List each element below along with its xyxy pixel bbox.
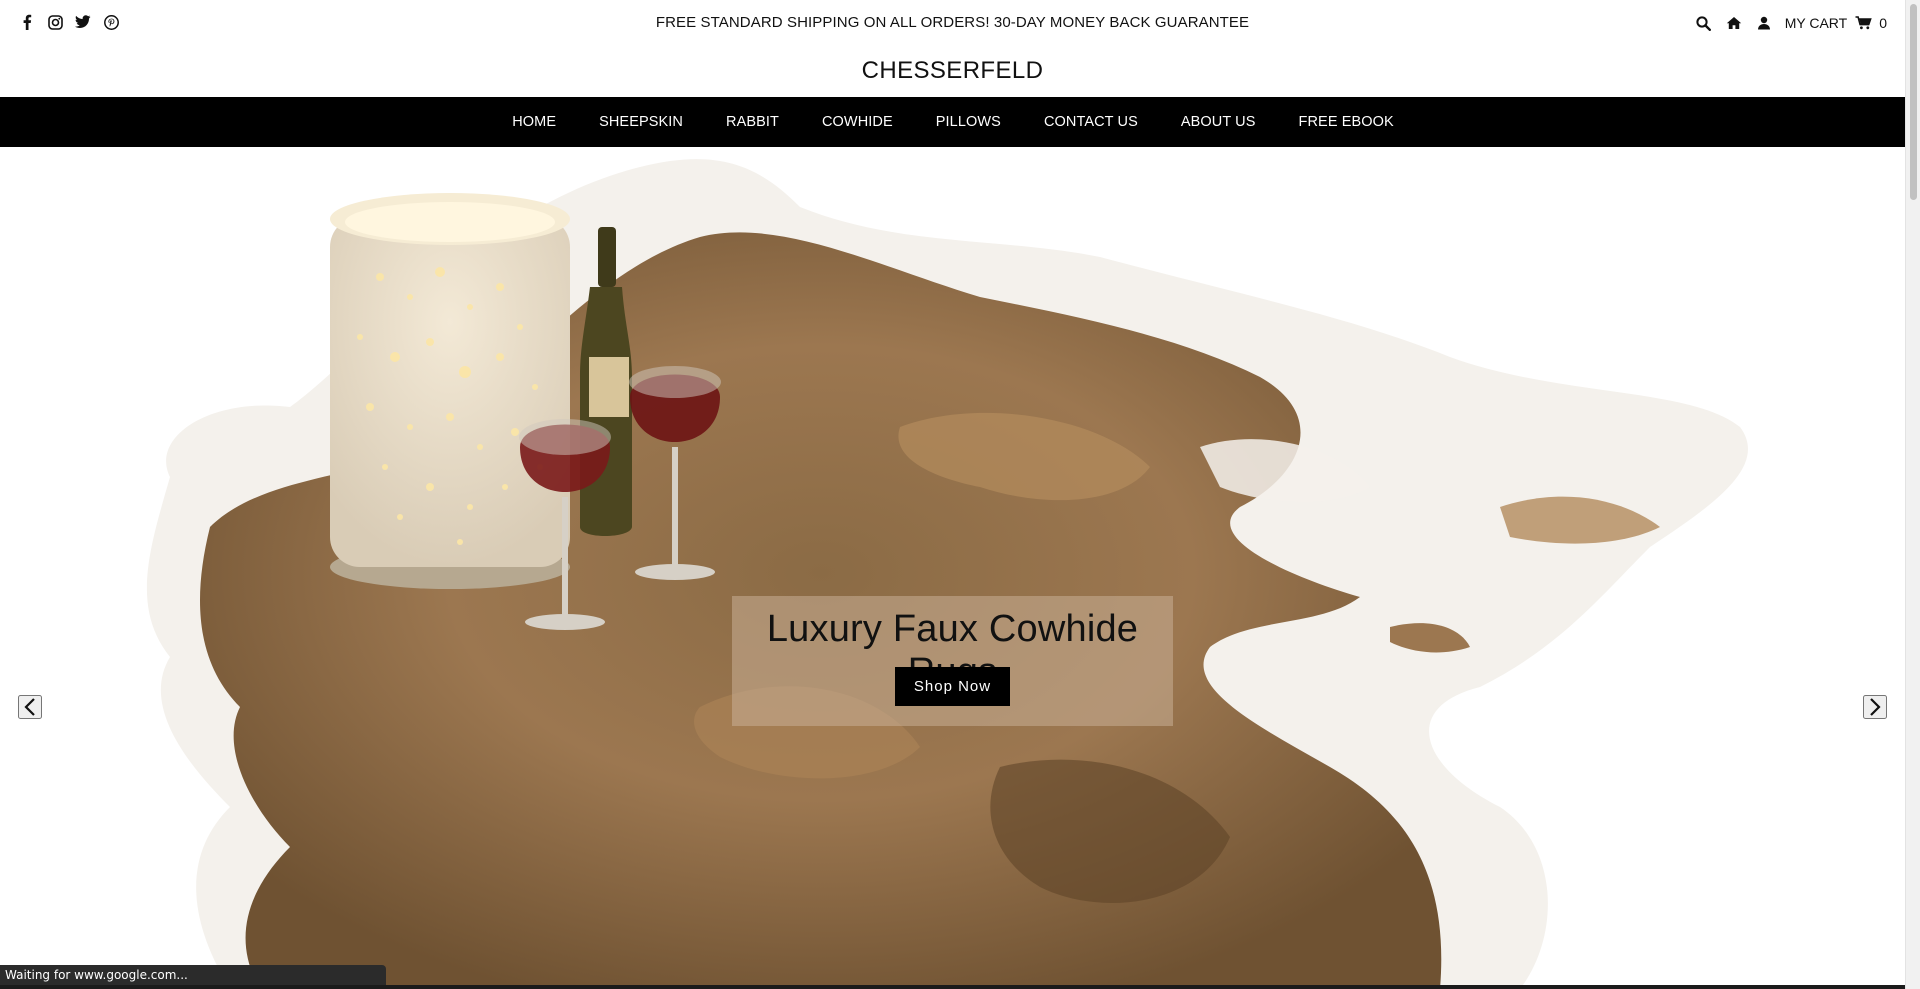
nav-item-sheepskin[interactable]: SHEEPSKIN bbox=[578, 114, 705, 130]
hero-caption: Luxury Faux Cowhide Rugs Shop Now bbox=[732, 596, 1173, 726]
bottom-edge bbox=[0, 985, 1905, 989]
page-scrollbar[interactable] bbox=[1905, 0, 1920, 989]
nav-item-pillows[interactable]: PILLOWS bbox=[914, 114, 1022, 130]
home-icon[interactable] bbox=[1725, 14, 1743, 32]
header-tools: MY CART 0 bbox=[1695, 14, 1887, 32]
chevron-left-icon bbox=[24, 698, 35, 716]
scrollbar-thumb[interactable] bbox=[1910, 4, 1917, 200]
nav-item-about-us[interactable]: ABOUT US bbox=[1159, 114, 1277, 130]
top-bar: FREE STANDARD SHIPPING ON ALL ORDERS! 30… bbox=[0, 0, 1905, 46]
browser-status-bar: Waiting for www.google.com... bbox=[0, 965, 386, 987]
cart-icon bbox=[1854, 14, 1872, 32]
slider-prev-button[interactable] bbox=[18, 695, 42, 719]
nav-item-home[interactable]: HOME bbox=[491, 114, 578, 130]
hero-slider bbox=[0, 147, 1905, 989]
cart-link[interactable]: MY CART 0 bbox=[1785, 14, 1887, 32]
user-icon[interactable] bbox=[1755, 14, 1773, 32]
shop-now-button[interactable]: Shop Now bbox=[895, 667, 1010, 706]
nav-item-rabbit[interactable]: RABBIT bbox=[705, 114, 801, 130]
chevron-right-icon bbox=[1870, 698, 1881, 716]
promo-text: FREE STANDARD SHIPPING ON ALL ORDERS! 30… bbox=[655, 14, 1250, 31]
nav-item-free-ebook[interactable]: FREE EBOOK bbox=[1277, 114, 1415, 130]
promo-banner: FREE STANDARD SHIPPING ON ALL ORDERS! 30… bbox=[0, 14, 1905, 31]
search-icon[interactable] bbox=[1695, 14, 1713, 32]
nav-items: HOME SHEEPSKIN RABBIT COWHIDE PILLOWS CO… bbox=[0, 97, 1905, 147]
cart-label: MY CART bbox=[1784, 15, 1848, 31]
site-logo[interactable]: CHESSERFELD bbox=[0, 57, 1905, 85]
hero-image bbox=[146, 159, 1748, 989]
nav-item-contact-us[interactable]: CONTACT US bbox=[1022, 114, 1159, 130]
slider-next-button[interactable] bbox=[1863, 695, 1887, 719]
nav-item-cowhide[interactable]: COWHIDE bbox=[800, 114, 914, 130]
main-navigation: HOME SHEEPSKIN RABBIT COWHIDE PILLOWS CO… bbox=[0, 97, 1905, 147]
cart-count: 0 bbox=[1879, 15, 1887, 31]
